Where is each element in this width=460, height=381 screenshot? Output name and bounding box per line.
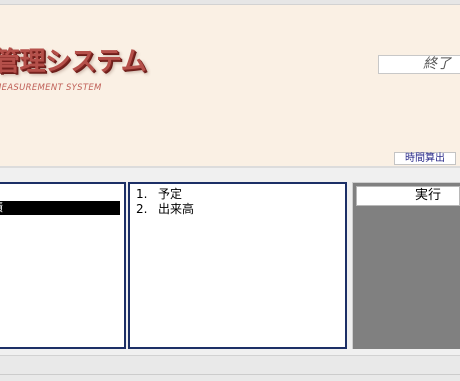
- middle-list-panel[interactable]: 1. 予定 2. 出来高: [128, 182, 347, 349]
- app-subtitle: MEASUREMENT SYSTEM: [0, 83, 102, 93]
- list-item[interactable]: 1. 予定: [136, 187, 182, 201]
- app-title: 管理システム: [0, 47, 147, 77]
- footer-divider: [0, 374, 460, 375]
- end-button[interactable]: 終了: [378, 55, 460, 74]
- divider: [0, 166, 460, 168]
- right-panel: 実行: [352, 182, 460, 349]
- time-calc-button[interactable]: 時間算出: [394, 152, 456, 165]
- list-item-number: 2.: [136, 202, 148, 216]
- list-item[interactable]: 2. 出来高: [136, 202, 194, 216]
- header-banner: 管理システム MEASUREMENT SYSTEM 終了 時間算出: [0, 5, 460, 167]
- selected-list-item[interactable]: 積: [0, 201, 120, 215]
- list-item-label: 予定: [158, 187, 183, 201]
- list-item-label: 出来高: [158, 202, 195, 216]
- run-button[interactable]: 実行: [356, 186, 460, 206]
- left-list-panel[interactable]: 積: [0, 182, 126, 349]
- list-item-number: 1.: [136, 187, 148, 201]
- footer-bar: [0, 355, 460, 381]
